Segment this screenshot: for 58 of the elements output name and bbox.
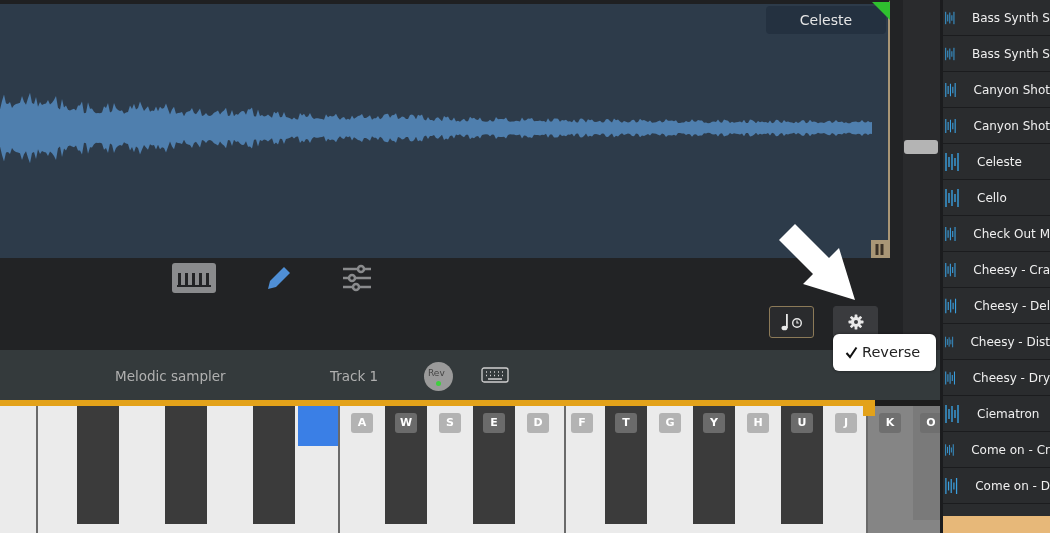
key-label: U [791,413,813,433]
settings-icon [847,314,864,330]
waveform-icon [945,402,961,425]
piano-key[interactable] [253,406,295,533]
piano-key[interactable] [295,406,340,533]
sample-item[interactable]: Cello [943,180,1050,216]
sample-item[interactable]: Cheesy - Dist [943,324,1050,360]
sample-item[interactable]: Come on - D [943,468,1050,504]
key-label: H [747,413,769,433]
sliders-icon[interactable] [342,264,372,292]
menu-item[interactable]: Reverse [833,334,936,371]
key-label: J [835,413,857,433]
note-timer-icon [779,312,804,332]
sample-name: Celeste [766,6,886,34]
key-label: G [659,413,681,433]
instrument-name: Melodic sampler [115,367,226,386]
knob-label: Rev [428,367,445,380]
key-label: A [351,413,373,433]
sample-item[interactable]: Celeste [943,144,1050,180]
key-label: Y [703,413,725,433]
waveform-icon [945,186,961,209]
piano-key[interactable] [165,406,207,533]
scroll-thumb[interactable] [904,140,938,154]
piano-key[interactable] [473,406,515,533]
key-label: O [920,413,940,433]
corner-marker-icon [872,2,890,20]
piano-key[interactable] [77,406,119,533]
key-label: E [483,413,505,433]
piano-key[interactable] [693,406,735,533]
sample-item[interactable]: Canyon Shot [943,72,1050,108]
keyboard-icon[interactable] [481,367,509,383]
sample-item[interactable]: Bass Synth S [943,0,1050,36]
track-name: Track 1 [330,367,379,386]
piano-key[interactable] [515,406,567,533]
key-label: W [395,413,417,433]
key-label: F [571,413,593,433]
arrow-icon [779,224,855,300]
sample-item[interactable]: Cheesy - Del [943,288,1050,324]
piano-key[interactable] [385,406,427,533]
sample-item[interactable]: Check Out M [943,216,1050,252]
sample-item[interactable]: Cheesy - Cra [943,252,1050,288]
sample-item[interactable]: Canyon Shot [943,108,1050,144]
piano-key[interactable] [781,406,823,533]
pause-handle-icon[interactable] [871,240,888,258]
sample-item[interactable]: Bass Synth S [943,36,1050,72]
sample-item[interactable]: Cheesy - Dry [943,360,1050,396]
waveform-icon [945,150,961,173]
sample-item[interactable]: Come on - Cr [943,432,1050,468]
sample-item[interactable]: Ciematron [943,396,1050,432]
key-label: K [879,413,901,433]
piano-key[interactable] [823,406,868,533]
key-label: D [527,413,549,433]
note-timer-button[interactable] [769,306,814,338]
piano-icon[interactable] [172,263,216,293]
key-label: T [615,413,637,433]
piano-key[interactable] [605,406,647,533]
rev-knob[interactable]: Rev [424,362,453,391]
key-label: S [439,413,461,433]
